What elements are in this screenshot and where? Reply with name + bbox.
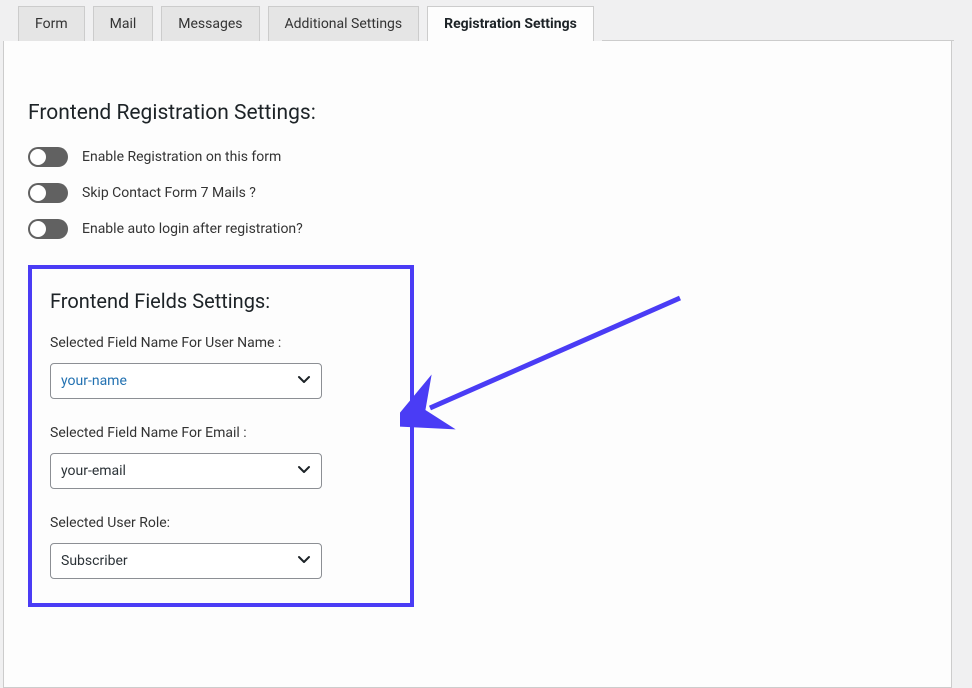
email-select[interactable]: your-email (50, 453, 322, 489)
role-field-label: Selected User Role: (50, 515, 392, 531)
fields-section-title: Frontend Fields Settings: (50, 289, 392, 313)
tab-form[interactable]: Form (18, 6, 85, 41)
toggle-enable-registration[interactable] (28, 147, 68, 167)
username-select[interactable]: your-name (50, 363, 322, 399)
toggle-row-enable: Enable Registration on this form (28, 147, 927, 167)
tab-registration-settings[interactable]: Registration Settings (427, 6, 594, 41)
tab-mail[interactable]: Mail (93, 6, 154, 41)
tab-messages[interactable]: Messages (161, 6, 259, 41)
email-select-wrap: your-email (50, 453, 322, 489)
email-field-label: Selected Field Name For Email : (50, 425, 392, 441)
registration-section-title: Frontend Registration Settings: (28, 101, 927, 125)
username-field-label: Selected Field Name For User Name : (50, 335, 392, 351)
toggle-skip-mails-label: Skip Contact Form 7 Mails ? (82, 185, 256, 201)
toggle-row-auto-login: Enable auto login after registration? (28, 219, 927, 239)
toggle-auto-login-label: Enable auto login after registration? (82, 221, 303, 237)
tab-content: Frontend Registration Settings: Enable R… (3, 41, 952, 688)
username-select-wrap: your-name (50, 363, 322, 399)
role-select[interactable]: Subscriber (50, 543, 322, 579)
tabs-bar: Form Mail Messages Additional Settings R… (0, 0, 972, 41)
toggle-skip-mails[interactable] (28, 183, 68, 203)
tab-additional-settings[interactable]: Additional Settings (268, 6, 420, 41)
fields-settings-box: Frontend Fields Settings: Selected Field… (28, 265, 414, 607)
toggle-row-skip-mails: Skip Contact Form 7 Mails ? (28, 183, 927, 203)
tab-underline (602, 40, 954, 41)
role-select-wrap: Subscriber (50, 543, 322, 579)
toggle-enable-label: Enable Registration on this form (82, 149, 281, 165)
toggle-auto-login[interactable] (28, 219, 68, 239)
